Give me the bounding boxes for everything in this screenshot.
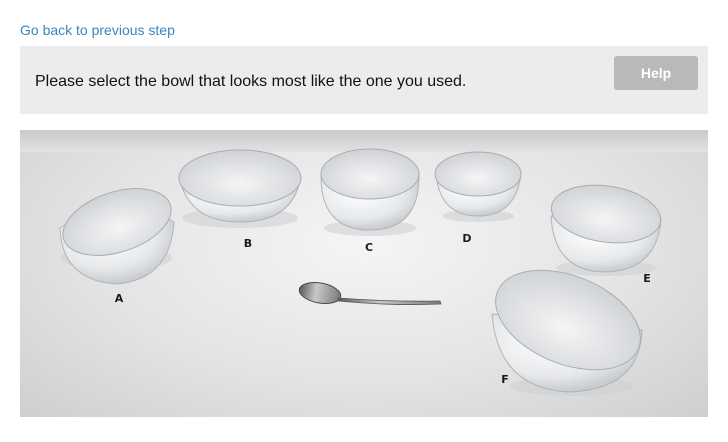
bowl-label-a: A [115,292,124,305]
bowl-label-e: E [643,272,651,285]
bowl-label-f: F [501,373,509,386]
prompt-panel: Please select the bowl that looks most l… [20,46,708,114]
bowl-scene: A B C D E F [54,148,665,396]
bowl-a[interactable] [54,176,179,285]
prompt-text: Please select the bowl that looks most l… [35,73,467,90]
spoon [298,281,442,305]
bowl-label-b: B [244,237,252,250]
bowl-d[interactable] [434,151,522,222]
bowl-label-d: D [462,232,471,245]
bowl-photo: A B C D E F [20,130,708,417]
bowl-c[interactable] [320,148,420,236]
bowl-label-c: C [365,241,373,254]
help-button[interactable]: Help [614,56,698,90]
bowl-e[interactable] [548,179,665,276]
back-link[interactable]: Go back to previous step [20,22,175,38]
bowl-b[interactable] [178,149,302,228]
